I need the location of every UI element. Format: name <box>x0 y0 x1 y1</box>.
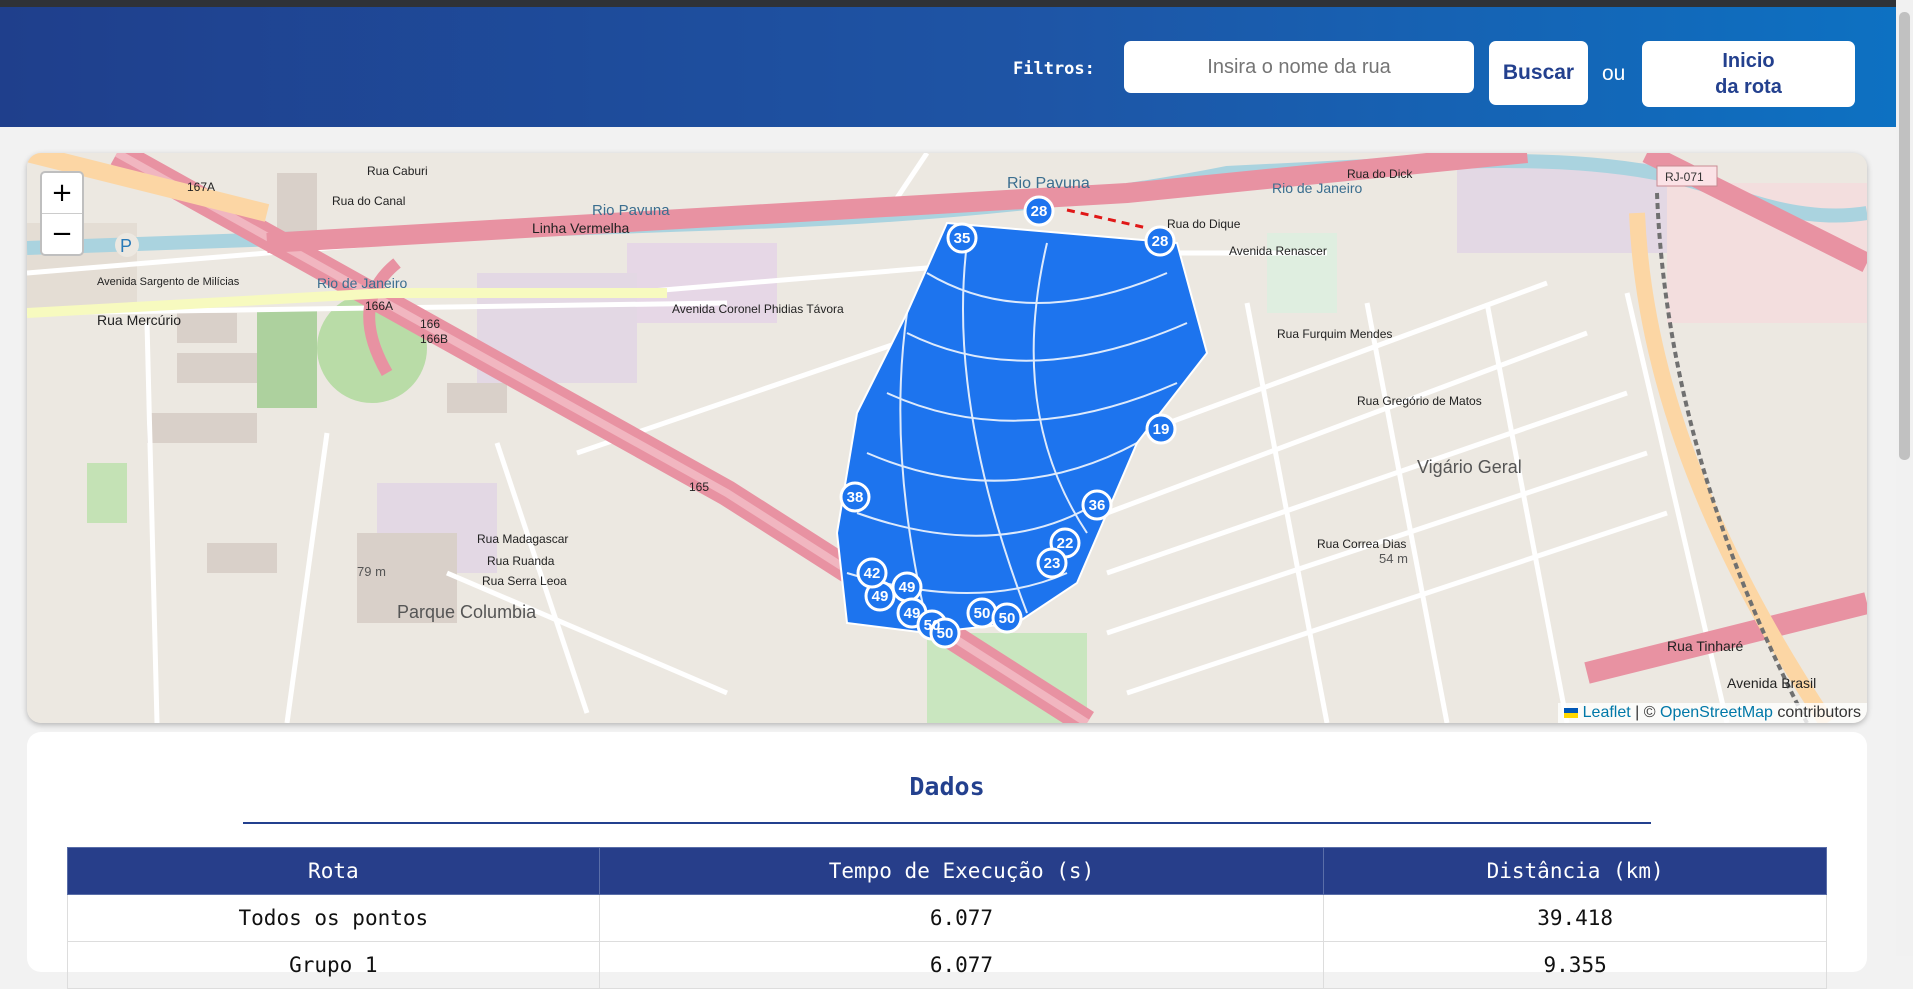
map-label-place: Parque Columbia <box>397 602 537 622</box>
route-marker-label: 50 <box>974 605 991 622</box>
table-cell-route: Todos os pontos <box>67 894 600 942</box>
map-label-elevation: 79 m <box>357 564 386 579</box>
map-attribution: Leaflet | © OpenStreetMap contributors <box>1558 703 1867 723</box>
map-label-river: Rio de Janeiro <box>1272 180 1362 196</box>
map-label-street: Rua Mercúrio <box>97 312 181 328</box>
table-cell-time: 6.077 <box>598 894 1325 942</box>
route-marker-label: 50 <box>937 625 954 642</box>
map-zoom-control: + − <box>40 171 84 256</box>
map-label-street: Rua Correa Dias <box>1317 537 1406 551</box>
route-marker-label: 23 <box>1044 555 1061 572</box>
data-title: Dados <box>909 772 985 801</box>
data-card: Dados Rota Tempo de Execução (s) Distânc… <box>27 732 1867 989</box>
map-label-street: Avenida Coronel Phidias Távora <box>672 302 844 316</box>
map-label-highway: Linha Vermelha <box>532 220 630 236</box>
street-search-input[interactable] <box>1124 41 1474 93</box>
map-label-street: Rua Furquim Mendes <box>1277 327 1392 341</box>
map-building <box>177 353 257 383</box>
route-marker-label: 28 <box>1031 203 1048 220</box>
column-header: Tempo de Execução (s) <box>598 847 1325 895</box>
map-container[interactable]: 28 28 35 19 36 38 49 49 49 50 50 50 50 2… <box>27 153 1867 723</box>
map-label-street: Rua do Canal <box>332 194 405 208</box>
map-label-street: Rua do Dick <box>1347 167 1413 181</box>
map-label-street: Avenida Renascer <box>1229 244 1327 258</box>
map-building <box>447 383 507 413</box>
map-label-road-number: 166A <box>365 299 393 313</box>
map-label-road-number: 166 <box>420 317 440 331</box>
route-start-button[interactable]: Inicio da rota <box>1642 41 1855 107</box>
map-label-street: Rua Madagascar <box>477 532 568 546</box>
map-park <box>87 463 127 523</box>
map-building <box>207 543 277 573</box>
route-marker-label: 42 <box>864 565 881 582</box>
map-label-street: Rua Ruanda <box>487 554 555 568</box>
route-marker-label: 28 <box>1152 233 1169 250</box>
route-marker-label: 35 <box>954 230 971 247</box>
attribution-separator: | © <box>1635 704 1656 721</box>
map-label-road-shield: RJ-071 <box>1665 170 1704 184</box>
map-building <box>147 413 257 443</box>
map-label-road-number: 165 <box>689 480 709 494</box>
table-row: Grupo 1 6.077 9.355 <box>67 941 1827 989</box>
search-button[interactable]: Buscar <box>1489 41 1588 105</box>
map-label-street: Rua Tinharé <box>1667 638 1743 654</box>
table-cell-route: Grupo 1 <box>67 941 600 989</box>
route-marker-label: 50 <box>999 610 1016 627</box>
map-label-river: Rio de Janeiro <box>317 275 407 291</box>
map-label-place: Vigário Geral <box>1417 457 1522 477</box>
attribution-contributors: contributors <box>1777 704 1861 721</box>
route-marker-label: 49 <box>872 588 889 605</box>
table-cell-distance: 39.418 <box>1323 894 1827 942</box>
column-header: Distância (km) <box>1323 847 1827 895</box>
data-table: Rota Tempo de Execução (s) Distância (km… <box>67 847 1827 989</box>
map-label-river: Rio Pavuna <box>592 202 670 219</box>
map-label-street: Avenida Sargento de Milícias <box>97 276 240 288</box>
table-header-row: Rota Tempo de Execução (s) Distância (km… <box>67 847 1827 895</box>
map-building <box>177 313 237 343</box>
map-label-elevation: 54 m <box>1379 551 1408 566</box>
table-row: Todos os pontos 6.077 39.418 <box>67 894 1827 942</box>
map-label-road-number: 166B <box>420 332 448 346</box>
route-marker-label: 49 <box>904 605 921 622</box>
column-header: Rota <box>67 847 600 895</box>
parking-icon: P <box>120 236 132 256</box>
ukraine-flag-icon <box>1564 707 1579 718</box>
map-label-street: Rua Caburi <box>367 164 428 178</box>
map-park <box>257 308 317 408</box>
map-label-street: Avenida Brasil <box>1727 675 1816 691</box>
map-label-road-number: 167A <box>187 180 215 194</box>
table-cell-distance: 9.355 <box>1323 941 1827 989</box>
browser-top-edge <box>0 0 1913 7</box>
route-marker-label: 38 <box>847 489 864 506</box>
route-marker-label: 49 <box>899 579 916 596</box>
map-label-river: Rio Pavuna <box>1007 175 1090 192</box>
map-building <box>277 173 317 233</box>
route-marker-label: 36 <box>1089 497 1106 514</box>
map-tiles: 28 28 35 19 36 38 49 49 49 50 50 50 50 2… <box>27 153 1867 723</box>
zoom-out-button[interactable]: − <box>42 213 82 254</box>
title-divider <box>243 822 1651 824</box>
filters-label: Filtros: <box>1013 59 1095 79</box>
openstreetmap-link[interactable]: OpenStreetMap <box>1660 704 1773 721</box>
leaflet-link[interactable]: Leaflet <box>1583 704 1631 721</box>
zoom-in-button[interactable]: + <box>42 173 82 213</box>
scrollbar-thumb[interactable] <box>1899 12 1910 460</box>
map-label-street: Rua Serra Leoa <box>482 574 567 588</box>
map-label-street: Rua Gregório de Matos <box>1357 394 1482 408</box>
or-label: ou <box>1602 62 1626 85</box>
table-cell-time: 6.077 <box>598 941 1325 989</box>
route-marker-label: 22 <box>1057 535 1074 552</box>
map-label-street: Rua do Dique <box>1167 217 1241 231</box>
header-bar: Filtros: Buscar ou Inicio da rota <box>0 7 1896 127</box>
route-marker-label: 19 <box>1153 421 1170 438</box>
